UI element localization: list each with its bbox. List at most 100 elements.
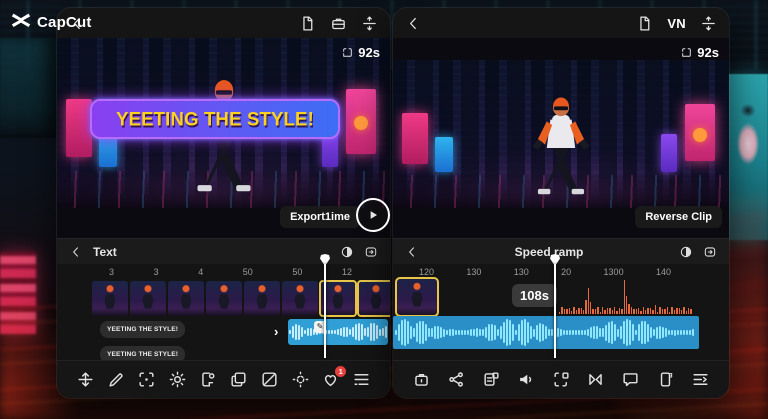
speaker-icon[interactable]: [517, 370, 536, 389]
vn-video-preview[interactable]: 92s Reverse Clip: [393, 38, 729, 238]
waveform-bar: [662, 327, 664, 339]
clip-duration: 92s: [341, 45, 380, 60]
audio-track-waveform[interactable]: [393, 316, 699, 349]
frame-capture-icon[interactable]: [703, 245, 717, 259]
chevron-right-icon[interactable]: ›: [274, 324, 278, 339]
waveform-bar: [616, 311, 617, 314]
export-split-icon[interactable]: [700, 15, 717, 32]
briefcase-icon[interactable]: [330, 15, 347, 32]
waveform-bar: [664, 309, 665, 314]
waveform-bar: [611, 321, 613, 344]
duration-bracket-icon: [680, 46, 693, 59]
waveform-bar: [404, 319, 406, 347]
waveform-bar: [364, 328, 366, 335]
export-button[interactable]: Export1ime: [280, 206, 360, 228]
brand-name: CapCut: [37, 14, 92, 31]
filmstrip-frame[interactable]: [358, 281, 390, 316]
tracks-icon[interactable]: [691, 370, 710, 389]
waveform-bar: [416, 323, 418, 342]
sticker-icon[interactable]: [199, 370, 218, 389]
waveform-bar: [604, 310, 605, 314]
sun-icon[interactable]: [168, 370, 187, 389]
timeline-ruler[interactable]: 120130130201300140: [393, 264, 729, 280]
waveform-bar: [636, 309, 637, 314]
play-icon: [365, 207, 381, 223]
filmstrip-frame[interactable]: [130, 281, 166, 316]
waveform-bar: [425, 324, 427, 341]
waveform-bar: [491, 324, 493, 342]
waveform-bar: [301, 327, 303, 337]
dancer-figure: [517, 93, 606, 200]
waveform-bar: [361, 324, 363, 340]
waveform-bar: [572, 330, 574, 335]
filmstrip-frame[interactable]: [244, 281, 280, 316]
back-icon[interactable]: [405, 245, 419, 259]
overlap-icon[interactable]: [229, 370, 248, 389]
reverse-clip-button[interactable]: Reverse Clip: [635, 206, 722, 228]
audio-clip[interactable]: ✎: [288, 319, 388, 345]
focus-icon[interactable]: [291, 370, 310, 389]
waveform-bar: [690, 309, 691, 314]
waveform-bar: [452, 329, 454, 335]
share-icon[interactable]: [447, 370, 466, 389]
waveform-bar: [643, 307, 644, 314]
speed-ramp-waveform[interactable]: [559, 280, 695, 314]
selected-clip-thumbnail[interactable]: [396, 278, 438, 316]
transform-icon[interactable]: [76, 370, 95, 389]
play-button[interactable]: [356, 198, 390, 232]
waveform-bar: [650, 327, 652, 337]
ruler-tick-label: 140: [656, 267, 671, 277]
waveform-bar: [573, 307, 574, 314]
waveform-bar: [485, 327, 487, 339]
back-icon[interactable]: [69, 245, 83, 259]
contrast-icon[interactable]: [340, 245, 354, 259]
layers-icon[interactable]: [352, 370, 371, 389]
frame-capture-icon[interactable]: [364, 245, 378, 259]
duration-value: 92s: [358, 45, 380, 60]
file-icon[interactable]: [636, 15, 653, 32]
waveform-bar: [352, 327, 354, 336]
capcut-video-preview[interactable]: 92s YEETING THE STYLE! Export1ime: [57, 38, 390, 238]
timeline-ruler[interactable]: 334505012: [57, 264, 390, 280]
waveform-bar: [628, 304, 629, 314]
caption-overlay[interactable]: YEETING THE STYLE!: [90, 99, 340, 139]
waveform-bar: [473, 329, 475, 337]
waveform-bar: [681, 310, 682, 314]
back-icon[interactable]: [405, 15, 422, 32]
select-icon[interactable]: [137, 370, 156, 389]
comment-icon[interactable]: [621, 370, 640, 389]
waveform-bar: [597, 307, 598, 314]
waveform-bar: [334, 330, 336, 334]
transition-icon[interactable]: [586, 370, 605, 389]
waveform-bar: [464, 330, 466, 335]
contrast-icon[interactable]: [679, 245, 693, 259]
filmstrip-frame[interactable]: [168, 281, 204, 316]
waveform-bar: [533, 329, 535, 337]
filmstrip-frame[interactable]: [282, 281, 318, 316]
ruler-tick-label: 120: [419, 267, 434, 277]
maskoff-icon[interactable]: [260, 370, 279, 389]
case-icon[interactable]: [412, 370, 431, 389]
file-icon[interactable]: [299, 15, 316, 32]
filmstrip-frame[interactable]: [206, 281, 242, 316]
text-clip[interactable]: YEETING THE STYLE!: [100, 321, 185, 338]
heart-icon[interactable]: 1: [321, 370, 340, 389]
waveform-bar: [674, 310, 675, 314]
filmstrip-frame[interactable]: [92, 281, 128, 316]
waveform-bar: [566, 309, 567, 314]
pencil-icon[interactable]: [107, 370, 126, 389]
waveform-bar: [588, 288, 589, 314]
video-filmstrip[interactable]: [92, 281, 390, 316]
waveform-bar: [506, 319, 508, 345]
waveform-bar: [358, 323, 360, 342]
ruler-tick-label: 130: [466, 267, 481, 277]
waveform-bar: [467, 330, 469, 336]
capture-icon[interactable]: [552, 370, 571, 389]
waveform-bar: [382, 328, 384, 336]
notification-badge: 1: [335, 366, 346, 377]
waveform-bar: [431, 328, 433, 337]
export-split-icon[interactable]: [361, 15, 378, 32]
phone3-icon[interactable]: [656, 370, 675, 389]
docexport-icon[interactable]: [482, 370, 501, 389]
capcut-timeline-body: YEETING THE STYLE! › ✎ YEETING THE STYLE…: [57, 280, 390, 398]
